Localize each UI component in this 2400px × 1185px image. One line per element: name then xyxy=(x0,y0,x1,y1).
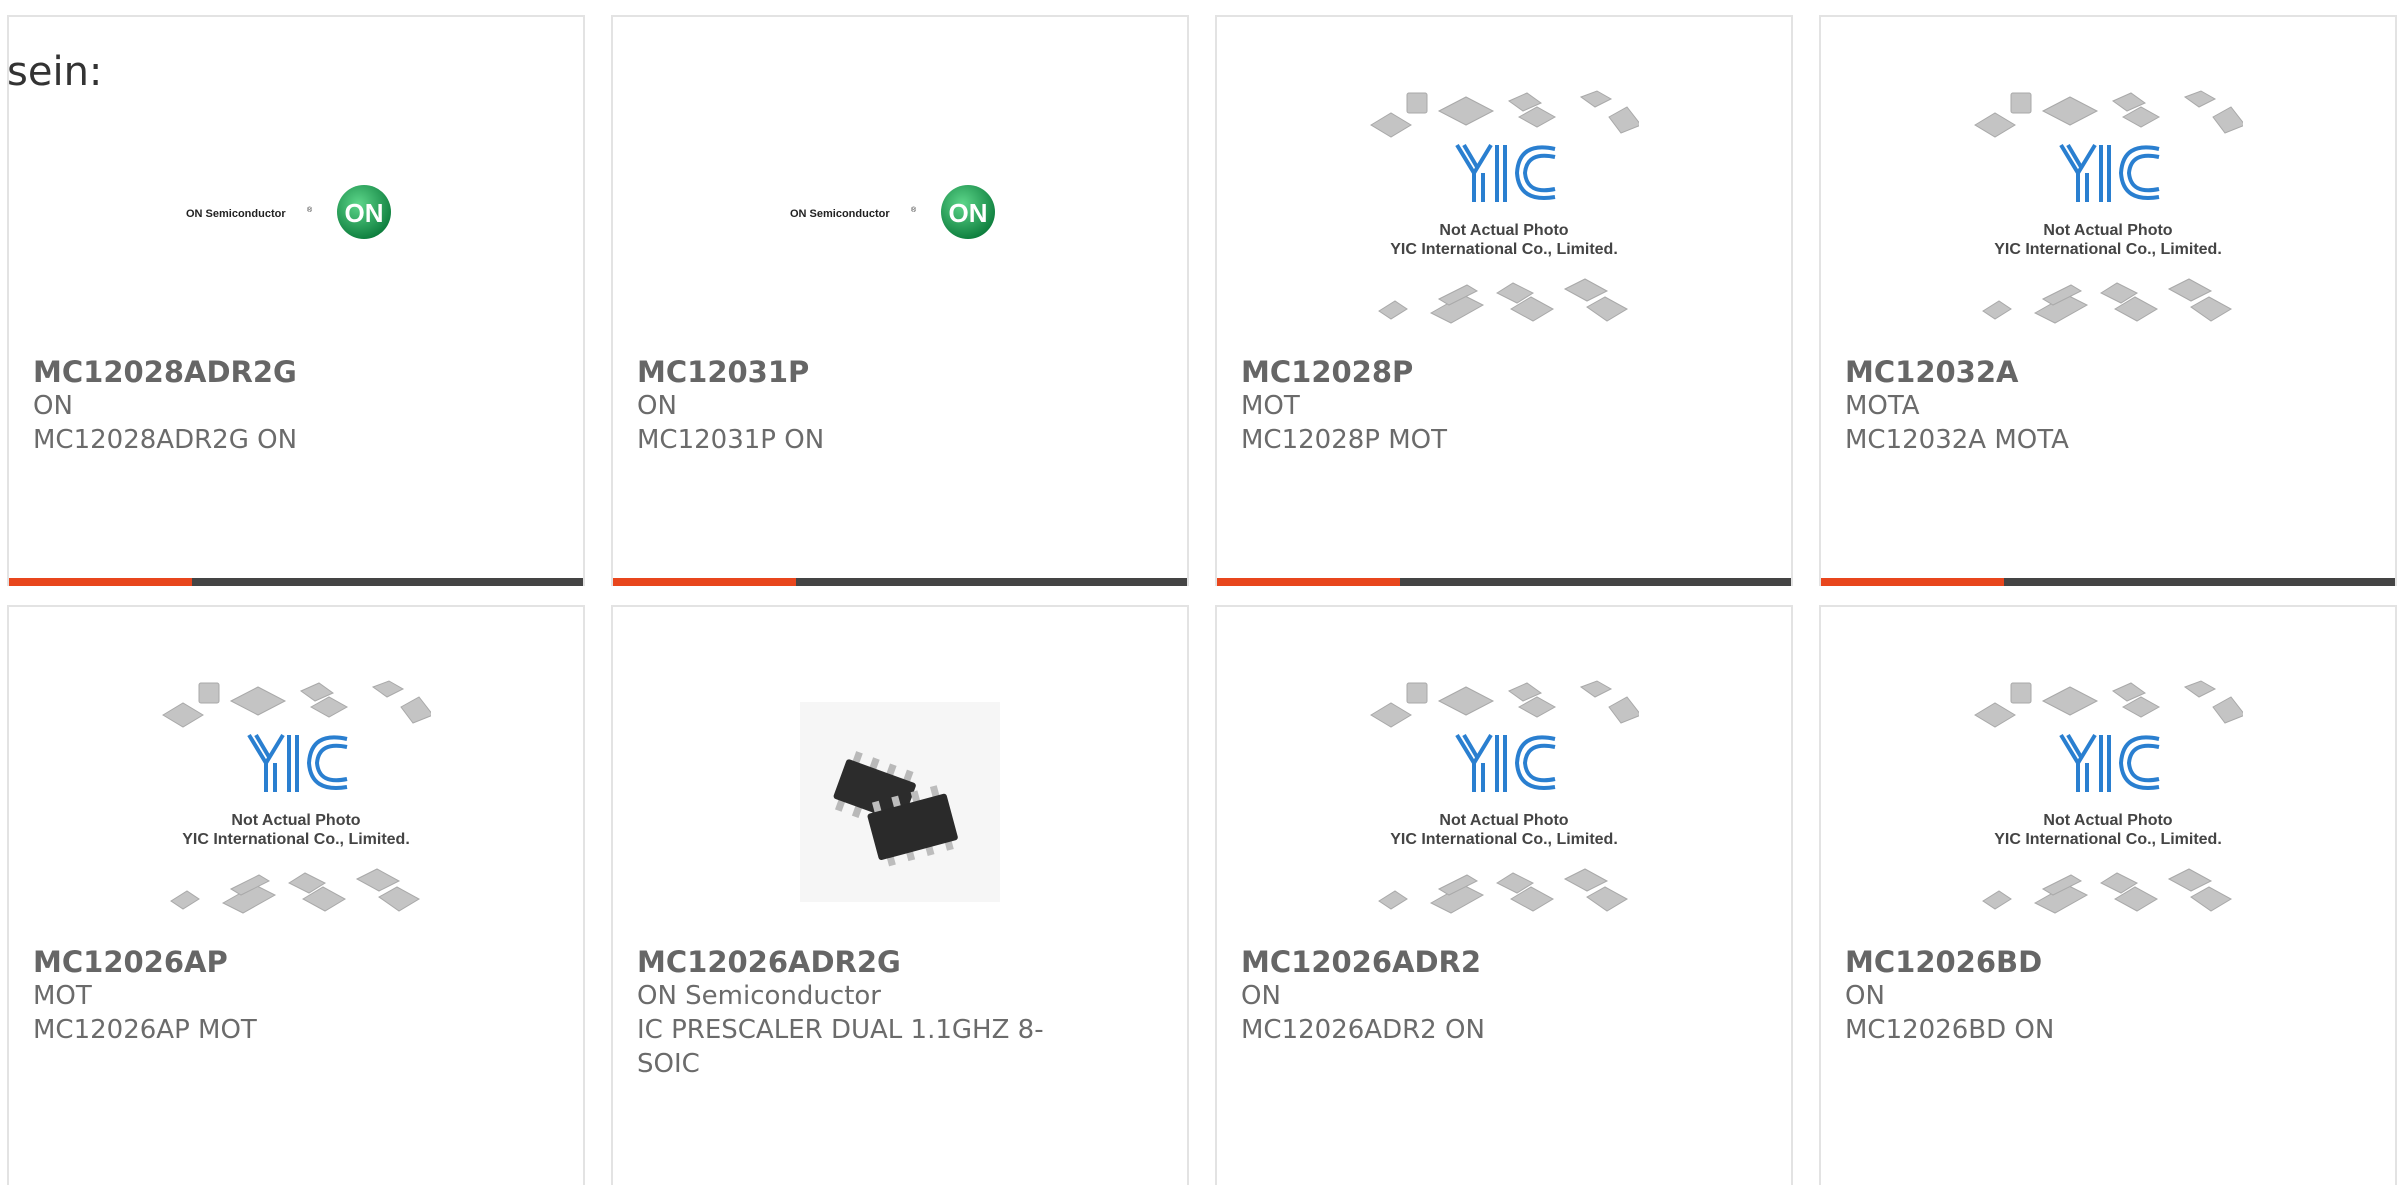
yic-placeholder-image: Not Actual Photo YIC International Co., … xyxy=(1370,680,1639,914)
svg-text:Not Actual Photo: Not Actual Photo xyxy=(231,812,360,829)
manufacturer: MOT xyxy=(33,981,92,1011)
description: MC12028P MOT xyxy=(1241,425,1448,455)
part-number[interactable]: MC12026ADR2 xyxy=(1241,945,1767,979)
svg-text:Not Actual Photo: Not Actual Photo xyxy=(1439,222,1568,239)
manufacturer: MOT xyxy=(1241,391,1300,421)
product-image[interactable]: ON Semiconductor ® ON xyxy=(9,77,583,347)
manufacturer: ON xyxy=(1241,981,1281,1011)
manufacturer: ON xyxy=(637,391,677,421)
product-card[interactable]: Not Actual Photo YIC International Co., … xyxy=(1819,15,2397,586)
accent-bar xyxy=(1217,578,1400,586)
product-card[interactable]: Not Actual Photo YIC International Co., … xyxy=(1215,605,1793,1185)
description: MC12026BD ON xyxy=(1845,1015,2055,1045)
svg-text:YIC International Co., Limited: YIC International Co., Limited. xyxy=(1390,241,1618,258)
product-image[interactable]: Not Actual Photo YIC International Co., … xyxy=(1217,77,1791,347)
yic-placeholder-image: Not Actual Photo YIC International Co., … xyxy=(1974,90,2243,324)
product-image[interactable]: Not Actual Photo YIC International Co., … xyxy=(1821,77,2395,347)
card-bar xyxy=(796,578,1187,586)
product-image[interactable]: ON Semiconductor ® ON xyxy=(613,77,1187,347)
manufacturer: ON xyxy=(33,391,73,421)
product-card[interactable]: Not Actual Photo YIC International Co., … xyxy=(1215,15,1793,586)
product-image[interactable]: Not Actual Photo YIC International Co., … xyxy=(1821,667,2395,937)
description: MC12031P ON xyxy=(637,425,825,455)
part-number[interactable]: MC12028ADR2G xyxy=(33,355,559,389)
svg-text:YIC International Co., Limited: YIC International Co., Limited. xyxy=(1994,831,2222,848)
product-card[interactable]: Not Actual Photo YIC International Co., … xyxy=(7,605,585,1185)
svg-text:YIC International Co., Limited: YIC International Co., Limited. xyxy=(1994,241,2222,258)
svg-text:Not Actual Photo: Not Actual Photo xyxy=(2043,812,2172,829)
manufacturer: ON xyxy=(1845,981,1885,1011)
svg-text:®: ® xyxy=(911,206,917,214)
product-card[interactable]: MC12026ADR2G ON Semiconductor IC PRESCAL… xyxy=(611,605,1189,1185)
svg-text:Not Actual Photo: Not Actual Photo xyxy=(2043,222,2172,239)
part-number[interactable]: MC12031P xyxy=(637,355,1163,389)
part-number[interactable]: MC12026BD xyxy=(1845,945,2371,979)
description: IC PRESCALER DUAL 1.1GHZ 8-SOIC xyxy=(637,1015,1044,1079)
part-number[interactable]: MC12028P xyxy=(1241,355,1767,389)
intro-text: sein: xyxy=(7,49,103,95)
svg-text:ON Semiconductor: ON Semiconductor xyxy=(790,208,890,220)
yic-placeholder-image: Not Actual Photo YIC International Co., … xyxy=(1370,90,1639,324)
yic-placeholder-image: Not Actual Photo YIC International Co., … xyxy=(162,680,431,914)
on-semiconductor-logo: ON Semiconductor ® ON xyxy=(186,185,391,239)
yic-placeholder-image: Not Actual Photo YIC International Co., … xyxy=(1974,680,2243,914)
svg-text:®: ® xyxy=(307,206,313,214)
svg-text:ON: ON xyxy=(949,198,988,228)
manufacturer: MOTA xyxy=(1845,391,1920,421)
description: MC12028ADR2G ON xyxy=(33,425,298,455)
soic-8-chip-photo xyxy=(800,702,1000,902)
description: MC12026AP MOT xyxy=(33,1015,257,1045)
description: MC12032A MOTA xyxy=(1845,425,2069,455)
product-image[interactable] xyxy=(613,667,1187,937)
part-number[interactable]: MC12026AP xyxy=(33,945,559,979)
svg-text:Not Actual Photo: Not Actual Photo xyxy=(1439,812,1568,829)
accent-bar xyxy=(1821,578,2004,586)
svg-text:YIC International Co., Limited: YIC International Co., Limited. xyxy=(182,831,410,848)
product-image[interactable]: Not Actual Photo YIC International Co., … xyxy=(9,667,583,937)
svg-text:YIC International Co., Limited: YIC International Co., Limited. xyxy=(1390,831,1618,848)
on-semiconductor-logo: ON Semiconductor ® ON xyxy=(790,185,995,239)
description: MC12026ADR2 ON xyxy=(1241,1015,1485,1045)
manufacturer: ON Semiconductor xyxy=(637,981,881,1011)
svg-text:ON: ON xyxy=(345,198,384,228)
accent-bar xyxy=(9,578,192,586)
card-bar xyxy=(2004,578,2395,586)
card-bar xyxy=(192,578,583,586)
svg-text:ON Semiconductor: ON Semiconductor xyxy=(186,208,286,220)
product-card[interactable]: Not Actual Photo YIC International Co., … xyxy=(1819,605,2397,1185)
card-bar xyxy=(1400,578,1791,586)
product-image[interactable]: Not Actual Photo YIC International Co., … xyxy=(1217,667,1791,937)
product-card[interactable]: ON Semiconductor ® ON MC12031P ON MC1203… xyxy=(611,15,1189,586)
part-number[interactable]: MC12026ADR2G xyxy=(637,945,1163,979)
part-number[interactable]: MC12032A xyxy=(1845,355,2371,389)
accent-bar xyxy=(613,578,796,586)
product-card[interactable]: ON Semiconductor ® ON MC12028ADR2G ON MC… xyxy=(7,15,585,586)
